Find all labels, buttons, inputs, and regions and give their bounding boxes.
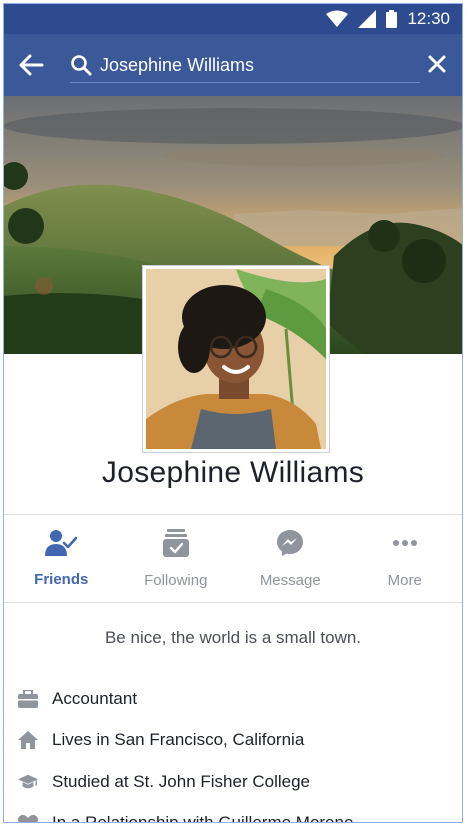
heart-icon (18, 813, 38, 822)
message-button[interactable]: Message (233, 516, 348, 602)
signal-icon (358, 10, 377, 28)
info-row-education: Studied at St. John Fisher College (18, 761, 448, 803)
home-icon (18, 730, 38, 750)
app-screen: 12:30 Josephine Williams Josephine Willi… (3, 3, 463, 823)
info-text: Accountant (52, 688, 138, 708)
profile-bio: Be nice, the world is a small town. (104, 628, 362, 647)
profile-name: Josephine Williams (101, 456, 365, 489)
wifi-icon (326, 10, 349, 28)
close-icon[interactable] (426, 53, 448, 75)
battery-icon (386, 10, 398, 28)
info-row-relationship: In a Relationship with Guillermo Moreno (18, 803, 448, 823)
profile-picture[interactable] (143, 266, 329, 452)
info-row-work: Accountant (18, 678, 448, 720)
briefcase-icon (18, 689, 38, 709)
divider (4, 602, 462, 603)
following-label: Following (144, 572, 208, 589)
status-bar: 12:30 (4, 4, 462, 34)
more-label: More (387, 572, 422, 589)
graduation-cap-icon (18, 772, 38, 792)
info-text: In a Relationship with Guillermo Moreno (52, 813, 354, 823)
following-button[interactable]: Following (119, 516, 234, 602)
search-field[interactable] (70, 48, 420, 83)
message-label: Message (259, 572, 321, 589)
friends-button[interactable]: Friends (4, 516, 119, 602)
more-button[interactable]: More (348, 516, 463, 602)
following-icon (162, 529, 189, 562)
info-text: Lives in San Francisco, California (52, 730, 305, 750)
friends-check-icon (45, 530, 78, 561)
profile-info-list: Accountant Lives in San Francisco, Calif… (18, 678, 448, 823)
profile-actions: Friends Following Message More (4, 516, 462, 602)
status-time: 12:30 (407, 9, 450, 28)
search-input[interactable] (100, 54, 400, 76)
search-app-bar (4, 34, 462, 96)
divider (4, 514, 462, 515)
back-arrow-icon[interactable] (18, 52, 44, 78)
search-icon (70, 54, 92, 76)
more-dots-icon (391, 529, 419, 562)
messenger-icon (276, 529, 304, 562)
info-row-location: Lives in San Francisco, California (18, 720, 448, 762)
friends-label: Friends (34, 571, 89, 588)
info-text: Studied at St. John Fisher College (52, 771, 310, 791)
